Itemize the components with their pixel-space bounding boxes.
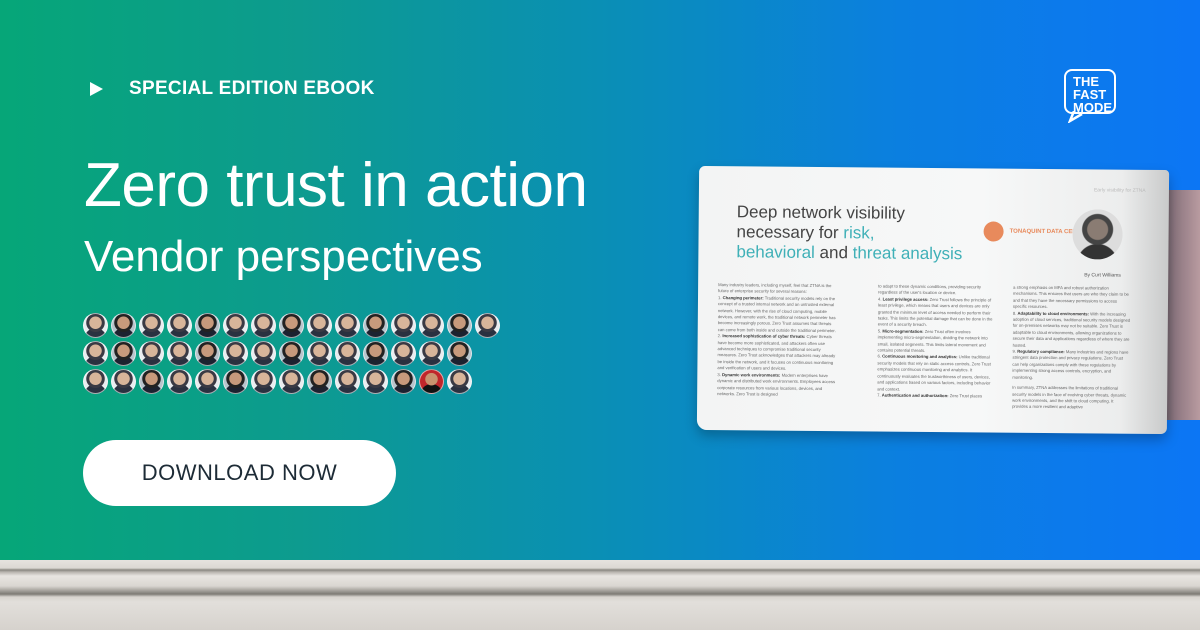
paragraph: Many industry leaders, including myself,… (718, 282, 832, 295)
article-column-2: to adapt to these dynamic conditions, pr… (877, 284, 996, 400)
ebook-page: Early visibility for ZTNA Deep network v… (696, 165, 1170, 435)
running-head: Early visibility for ZTNA (1093, 187, 1146, 194)
avatar (391, 313, 416, 338)
avatar (475, 313, 500, 338)
item-title: Authentication and authorization: (881, 392, 949, 399)
avatar (279, 341, 304, 366)
edition-label-text: SPECIAL EDITION EBOOK (129, 78, 375, 99)
avatar (307, 369, 332, 394)
avatar (251, 369, 276, 394)
item-title: Micro-segmentation: (882, 328, 924, 334)
avatar (335, 313, 360, 338)
speech-bubble-icon: THE FAST MODE (1064, 69, 1116, 114)
article-column-3: a strong emphasis on MFA and robust auth… (1012, 284, 1131, 410)
item-title: Continuous monitoring and analytics: (882, 354, 958, 360)
paragraph: to adapt to these dynamic conditions, pr… (878, 283, 982, 296)
article-column-1: Many industry leaders, including myself,… (717, 282, 836, 397)
item-text: Unlike traditional security models that … (877, 354, 991, 392)
avatar (167, 313, 192, 338)
avatar (363, 313, 388, 338)
avatar (279, 369, 304, 394)
heading-highlight: risk, (843, 223, 875, 243)
avatar (167, 341, 192, 366)
avatar (279, 313, 304, 338)
heading-highlight: threat analysis (852, 243, 963, 264)
paragraph: a strong emphasis on MFA and robust auth… (1012, 284, 1129, 310)
edition-label: SPECIAL EDITION EBOOK (90, 78, 375, 100)
avatar (363, 369, 388, 394)
page-subtitle: Vendor perspectives (84, 232, 483, 281)
avatar (195, 369, 220, 394)
speech-bubble-tail-icon (1068, 111, 1083, 123)
avatar (195, 341, 220, 366)
avatar (419, 313, 444, 338)
item-text: Zero Trust places (948, 393, 983, 399)
avatar (223, 341, 248, 366)
avatar (195, 313, 220, 338)
avatar (111, 369, 136, 394)
page-title: Zero trust in action (84, 151, 588, 220)
avatar (447, 313, 472, 338)
avatar (223, 369, 248, 394)
item-title: Adaptability to cloud environments: (1017, 310, 1090, 316)
paragraph: In summary, ZTNA addresses the limitatio… (1012, 384, 1127, 410)
avatar (363, 341, 388, 366)
heading-highlight: behavioral (736, 242, 815, 262)
avatar (111, 313, 136, 338)
avatar (307, 313, 332, 338)
heading-text: Deep network visibility (736, 202, 906, 223)
avatar (335, 341, 360, 366)
avatar (111, 341, 136, 366)
item-text: With the increasing adoption of cloud se… (1012, 310, 1131, 348)
ebook-preview: Early visibility for ZTNA Deep network v… (696, 165, 1200, 435)
download-now-button[interactable]: DOWNLOAD NOW (83, 440, 396, 506)
avatar (335, 369, 360, 394)
item-title: Least privilege access: (882, 296, 929, 302)
avatar (391, 341, 416, 366)
avatar (447, 369, 472, 394)
avatar (167, 369, 192, 394)
author-byline: By Curt Williams (1084, 272, 1121, 279)
avatar (83, 313, 108, 338)
avatar (419, 341, 444, 366)
avatar (83, 369, 108, 394)
article-heading: Deep network visibility necessary for ri… (736, 202, 962, 264)
the-fast-mode-logo: THE FAST MODE (1064, 69, 1116, 123)
item-title: Increased sophistication of cyber threat… (722, 333, 806, 340)
item-text: Traditional security models rely on the … (717, 295, 836, 333)
avatar (307, 341, 332, 366)
avatar (139, 369, 164, 394)
heading-text: necessary for (736, 222, 844, 243)
org-logo-icon (983, 221, 1004, 242)
avatar (447, 341, 472, 366)
avatar (391, 369, 416, 394)
avatar (251, 341, 276, 366)
item-title: Dynamic work environments: (721, 371, 781, 378)
play-icon (90, 82, 103, 96)
avatar-row (83, 341, 513, 366)
avatar (83, 341, 108, 366)
contributor-avatars (83, 313, 513, 397)
item-title: Changing perimeter: (722, 294, 764, 301)
author-photo (1072, 209, 1123, 260)
avatar (419, 369, 444, 394)
heading-text: and (814, 242, 853, 263)
item-text: Cyber threats have become more sophistic… (717, 334, 836, 372)
avatar (139, 313, 164, 338)
avatar (251, 313, 276, 338)
avatar (139, 341, 164, 366)
avatar (223, 313, 248, 338)
avatar-row (83, 313, 513, 338)
item-title: Regulatory compliance: (1017, 348, 1065, 355)
avatar-row (83, 369, 513, 394)
floor-molding (0, 560, 1200, 630)
